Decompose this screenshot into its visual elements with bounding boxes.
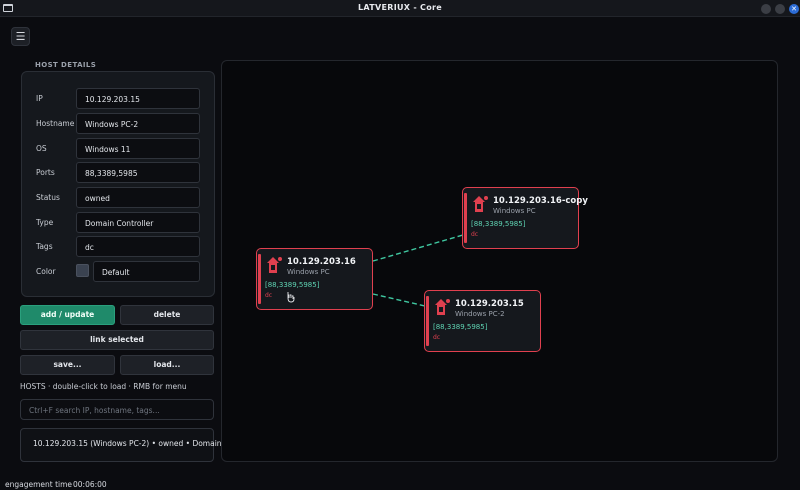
edge-16-to-15 [372,293,426,307]
tags-row: Tags dc [22,236,214,258]
tags-label: Tags [36,242,53,251]
node-tag: dc [471,231,479,238]
host-node[interactable]: 10.129.203.16 Windows PC [88,3389,5985] … [256,248,373,310]
add-update-button[interactable]: add / update [20,305,115,325]
ip-field[interactable]: 10.129.203.15 [76,88,200,109]
minimize-button[interactable] [761,4,771,14]
host-details-panel: IP 10.129.203.15 Hostname Windows PC-2 O… [21,71,215,297]
load-button[interactable]: load... [120,355,214,375]
hosts-hint: HOSTS · double-click to load · RMB for m… [20,382,187,391]
node-accent-bar [258,254,261,304]
status-bar: engagement time 00:06:00 [0,479,800,490]
node-tag: dc [265,292,273,299]
type-field[interactable]: Domain Controller [76,212,200,233]
hostname-row: Hostname Windows PC-2 [22,113,214,135]
hamburger-menu-button[interactable]: ☰ [11,27,30,46]
os-row: OS Windows 11 [22,138,214,160]
host-icon [473,196,488,212]
node-os: Windows PC-2 [455,310,505,318]
node-os: Windows PC [493,207,536,215]
os-field[interactable]: Windows 11 [76,138,200,159]
status-field[interactable]: owned [76,187,200,208]
os-label: OS [36,144,47,153]
close-button[interactable]: ✕ [789,4,799,14]
host-icon [267,257,282,273]
type-label: Type [36,218,54,227]
ports-row: Ports 88,3389,5985 [22,162,214,184]
engagement-time-label: engagement time [5,480,73,489]
hostname-label: Hostname [36,119,75,128]
edge-16-to-16copy [372,234,464,262]
ip-row: IP 10.129.203.15 [22,88,214,110]
node-ip: 10.129.203.15 [455,299,524,309]
host-node[interactable]: 10.129.203.15 Windows PC-2 [88,3389,5985… [424,290,541,352]
title-bar: LATVERIUX - Core ✕ [0,0,800,17]
node-accent-bar [464,193,467,243]
menu-icon: ☰ [15,30,26,43]
node-ip: 10.129.203.16 [287,257,356,267]
node-accent-bar [426,296,429,346]
node-tag: dc [433,334,441,341]
status-label: Status [36,193,60,202]
node-ports: [88,3389,5985] [471,220,526,228]
ip-label: IP [36,94,43,103]
hostname-field[interactable]: Windows PC-2 [76,113,200,134]
color-swatch[interactable] [76,264,89,277]
delete-button[interactable]: delete [120,305,214,325]
node-ip: 10.129.203.16-copy [493,196,588,206]
graph-canvas[interactable]: 10.129.203.16 Windows PC [88,3389,5985] … [221,60,778,462]
host-search-input[interactable]: Ctrl+F search IP, hostname, tags... [20,399,214,420]
color-select[interactable]: Default [93,261,200,282]
maximize-button[interactable] [775,4,785,14]
color-row: Color Default [22,261,214,283]
window-title: LATVERIUX - Core [357,3,442,12]
type-row: Type Domain Controller [22,212,214,234]
close-icon: ✕ [791,5,797,13]
ports-label: Ports [36,168,55,177]
host-details-title: HOST DETAILS [35,61,97,69]
hand-cursor-icon [287,292,295,303]
node-ports: [88,3389,5985] [265,281,320,289]
tags-field[interactable]: dc [76,236,200,257]
status-row: Status owned [22,187,214,209]
color-label: Color [36,267,56,276]
node-os: Windows PC [287,268,330,276]
link-selected-button[interactable]: link selected [20,330,214,350]
ports-field[interactable]: 88,3389,5985 [76,162,200,183]
host-list: 10.129.203.15 (Windows PC-2) • owned • D… [20,428,222,462]
host-list-item[interactable]: 10.129.203.15 (Windows PC-2) • owned • D… [33,439,222,448]
host-node[interactable]: 10.129.203.16-copy Windows PC [88,3389,5… [462,187,588,249]
save-button[interactable]: save... [20,355,115,375]
host-icon [435,299,450,315]
engagement-time-value: 00:06:00 [73,480,107,489]
node-ports: [88,3389,5985] [433,323,488,331]
